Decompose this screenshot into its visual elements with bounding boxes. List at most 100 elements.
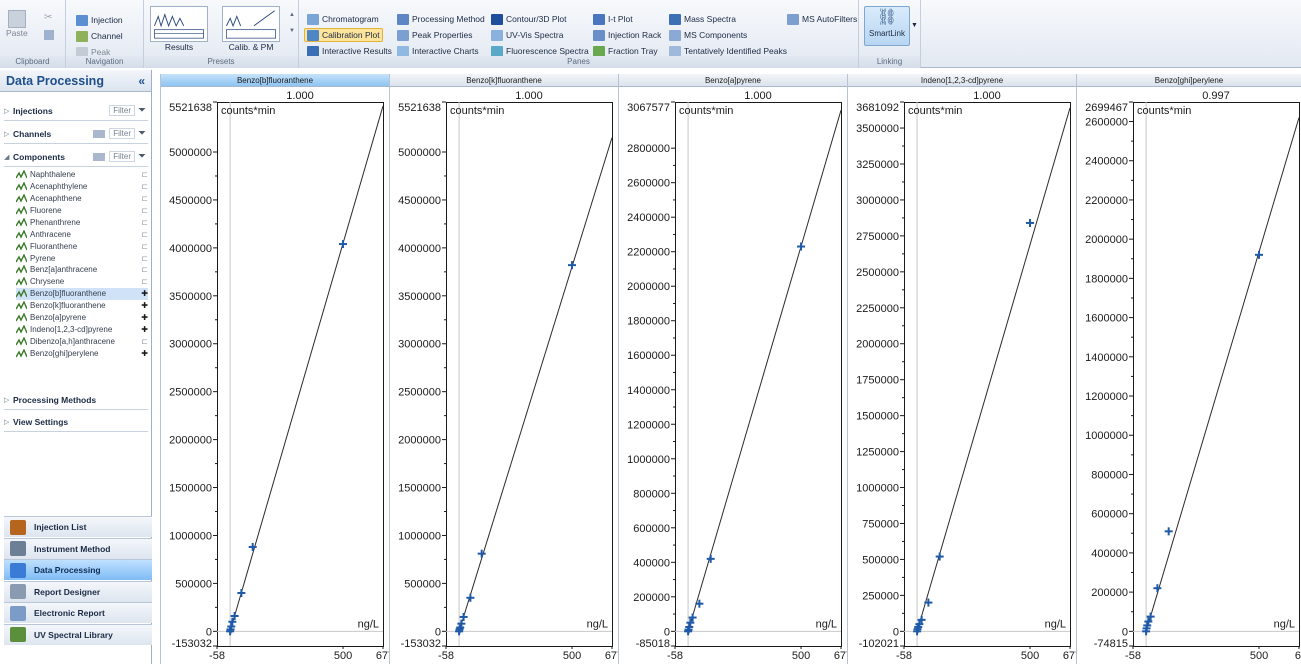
y-tick-label: 800000 <box>1091 469 1128 481</box>
injections-filter-input[interactable]: Filter <box>109 105 135 116</box>
plot-disabled-icon[interactable]: ⊏ <box>138 170 148 179</box>
uv-vis-spectra-pane-button[interactable]: UV-Vis Spectra <box>489 28 565 42</box>
calibration-plot[interactable]: 1.000 counts*min ng/L -1530320 500000 1000000… <box>161 87 390 664</box>
view-settings-section-header[interactable]: ▷ View Settings <box>4 412 148 432</box>
calib-pm-preset-button[interactable]: Calib. & PM <box>222 6 280 52</box>
component-item[interactable]: Indeno[1,2,3-cd]pyrene ✚ <box>15 324 148 336</box>
presets-scroll-up-button[interactable]: ▲ <box>289 12 297 22</box>
nav-injection-list-button[interactable]: Injection List <box>4 516 152 537</box>
y-tick-label: 3000000 <box>398 339 441 351</box>
components-section-header[interactable]: ◢ Components Filter ⏷ <box>4 147 148 167</box>
plot-disabled-icon[interactable]: ⊏ <box>138 194 148 203</box>
chart-title[interactable]: Indeno[1,2,3-cd]pyrene <box>848 74 1076 87</box>
x-tick-label: 677 <box>605 650 619 662</box>
chart-title[interactable]: Benzo[b]fluoranthene <box>161 74 389 87</box>
results-preset-thumbnail <box>150 6 208 42</box>
plot-enabled-icon[interactable]: ✚ <box>138 349 148 358</box>
component-item[interactable]: Benzo[a]pyrene ✚ <box>15 312 148 324</box>
component-item[interactable]: Benzo[ghi]perylene ✚ <box>15 348 148 360</box>
funnel-icon[interactable]: ⏷ <box>138 151 148 162</box>
ms-components-pane-button[interactable]: MS Components <box>667 28 749 42</box>
plot-enabled-icon[interactable]: ✚ <box>138 289 148 298</box>
plot-disabled-icon[interactable]: ⊏ <box>138 254 148 263</box>
calibration-plot[interactable]: 1.000 counts*min ng/L -850180 200000 400000 60… <box>619 87 848 664</box>
funnel-icon[interactable]: ⏷ <box>138 105 148 116</box>
list-view-icon[interactable] <box>93 129 106 138</box>
cut-icon[interactable]: ✂ <box>44 12 52 23</box>
plot-disabled-icon[interactable]: ⊏ <box>138 277 148 286</box>
x-axis-label: ng/L <box>1274 618 1295 630</box>
nav-uv-spectral-library-button[interactable]: UV Spectral Library <box>4 623 152 645</box>
smartlink-button[interactable]: ⛓ SmartLink <box>864 6 910 46</box>
component-item[interactable]: Acenaphthylene ⊏ <box>15 181 148 193</box>
copy-icon[interactable] <box>44 30 54 40</box>
plot-disabled-icon[interactable]: ⊏ <box>138 337 148 346</box>
nav-data-processing-button[interactable]: Data Processing <box>4 559 152 580</box>
calibration-plot[interactable]: 1.000 counts*min ng/L -1020210 250000 500000 7… <box>848 87 1077 664</box>
ms-autofilters-pane-button[interactable]: MS AutoFilters <box>785 12 859 26</box>
calibration-plot-panel[interactable]: Benzo[ghi]perylene 0.997 counts*min ng/L -74… <box>1076 74 1301 664</box>
plot-disabled-icon[interactable]: ⊏ <box>138 242 148 251</box>
component-item[interactable]: Benzo[b]fluoranthene ✚ <box>15 288 148 300</box>
component-item[interactable]: Chrysene ⊏ <box>15 276 148 288</box>
processing-methods-section-header[interactable]: ▷ Processing Methods <box>4 390 148 410</box>
injection-rack-pane-button[interactable]: Injection Rack <box>591 28 663 42</box>
component-item[interactable]: Fluoranthene ⊏ <box>15 240 148 252</box>
plot-disabled-icon[interactable]: ⊏ <box>138 182 148 191</box>
plot-enabled-icon[interactable]: ✚ <box>138 301 148 310</box>
calibration-plot-panel[interactable]: Benzo[k]fluoranthene 1.000 counts*min ng/L -… <box>389 74 619 664</box>
channels-filter-input[interactable]: Filter <box>109 128 135 139</box>
i-t-plot-pane-button[interactable]: I-t Plot <box>591 12 635 26</box>
contour-3d-plot-pane-button[interactable]: Contour/3D Plot <box>489 12 568 26</box>
component-name: Benzo[k]fluoranthene <box>30 301 106 311</box>
component-item[interactable]: Pyrene ⊏ <box>15 252 148 264</box>
component-item[interactable]: Anthracene ⊏ <box>15 229 148 241</box>
y-tick-label: 3067577 <box>627 102 670 114</box>
plot-enabled-icon[interactable]: ✚ <box>138 313 148 322</box>
panel-title: Data Processing <box>6 73 104 88</box>
component-item[interactable]: Benz[a]anthracene ⊏ <box>15 264 148 276</box>
calibration-plot-panel[interactable]: Benzo[a]pyrene 1.000 counts*min ng/L -85018 0… <box>618 74 848 664</box>
chart-title[interactable]: Benzo[ghi]perylene <box>1077 74 1301 87</box>
calibration-plot-panel[interactable]: Benzo[b]fluoranthene 1.000 counts*min ng/L -… <box>160 74 390 664</box>
peak-properties-pane-button[interactable]: Peak Properties <box>395 28 474 42</box>
component-item[interactable]: Naphthalene ⊏ <box>15 169 148 181</box>
components-filter-input[interactable]: Filter <box>109 151 135 162</box>
nav-instrument-method-button[interactable]: Instrument Method <box>4 537 152 559</box>
plot-disabled-icon[interactable]: ⊏ <box>138 218 148 227</box>
calibration-plot-panel[interactable]: Indeno[1,2,3-cd]pyrene 1.000 counts*min ng/… <box>847 74 1077 664</box>
chart-title[interactable]: Benzo[k]fluoranthene <box>390 74 618 87</box>
y-tick-label: 3500000 <box>398 291 441 303</box>
component-item[interactable]: Dibenzo[a,h]anthracene ⊏ <box>15 336 148 348</box>
chart-title[interactable]: Benzo[a]pyrene <box>619 74 847 87</box>
component-item[interactable]: Fluorene ⊏ <box>15 205 148 217</box>
component-item[interactable]: Benzo[k]fluoranthene ✚ <box>15 300 148 312</box>
plot-disabled-icon[interactable]: ⊏ <box>138 230 148 239</box>
calibration-plot[interactable]: 0.997 counts*min ng/L -748150 200000 400000 60… <box>1077 87 1301 664</box>
components-section-label: Components <box>13 151 65 162</box>
component-item[interactable]: Phenanthrene ⊏ <box>15 217 148 229</box>
injection-nav-button[interactable]: Injection <box>74 13 125 27</box>
collapse-panel-button[interactable]: « <box>138 74 145 88</box>
nav-electronic-report-button[interactable]: Electronic Report <box>4 602 152 623</box>
calibration-plot[interactable]: 1.000 counts*min ng/L -1530320 500000 1000000… <box>390 87 619 664</box>
channel-nav-button[interactable]: Channel <box>74 29 125 43</box>
calibration-plot-pane-button[interactable]: Calibration Plot <box>304 28 383 42</box>
component-item[interactable]: Acenaphthene ⊏ <box>15 193 148 205</box>
calib-pm-preset-thumbnail <box>222 6 280 42</box>
smartlink-dropdown-button[interactable]: ▼ <box>911 22 918 29</box>
funnel-icon[interactable]: ⏷ <box>138 128 148 139</box>
results-preset-button[interactable]: Results <box>150 6 208 52</box>
plot-enabled-icon[interactable]: ✚ <box>138 325 148 334</box>
chromatogram-pane-button[interactable]: Chromatogram <box>305 12 381 26</box>
plot-disabled-icon[interactable]: ⊏ <box>138 265 148 274</box>
list-view-icon[interactable] <box>93 152 106 161</box>
presets-scroll-down-button[interactable]: ▼ <box>289 28 297 38</box>
mass-spectra-pane-button[interactable]: Mass Spectra <box>667 12 738 26</box>
plot-disabled-icon[interactable]: ⊏ <box>138 206 148 215</box>
processing-method-pane-button[interactable]: Processing Method <box>395 12 487 26</box>
paste-button[interactable]: Paste <box>6 10 28 38</box>
channels-section-header[interactable]: ▷ Channels Filter ⏷ <box>4 124 148 144</box>
injections-section-header[interactable]: ▷ Injections Filter ⏷ <box>4 101 148 121</box>
nav-report-designer-button[interactable]: Report Designer <box>4 580 152 602</box>
